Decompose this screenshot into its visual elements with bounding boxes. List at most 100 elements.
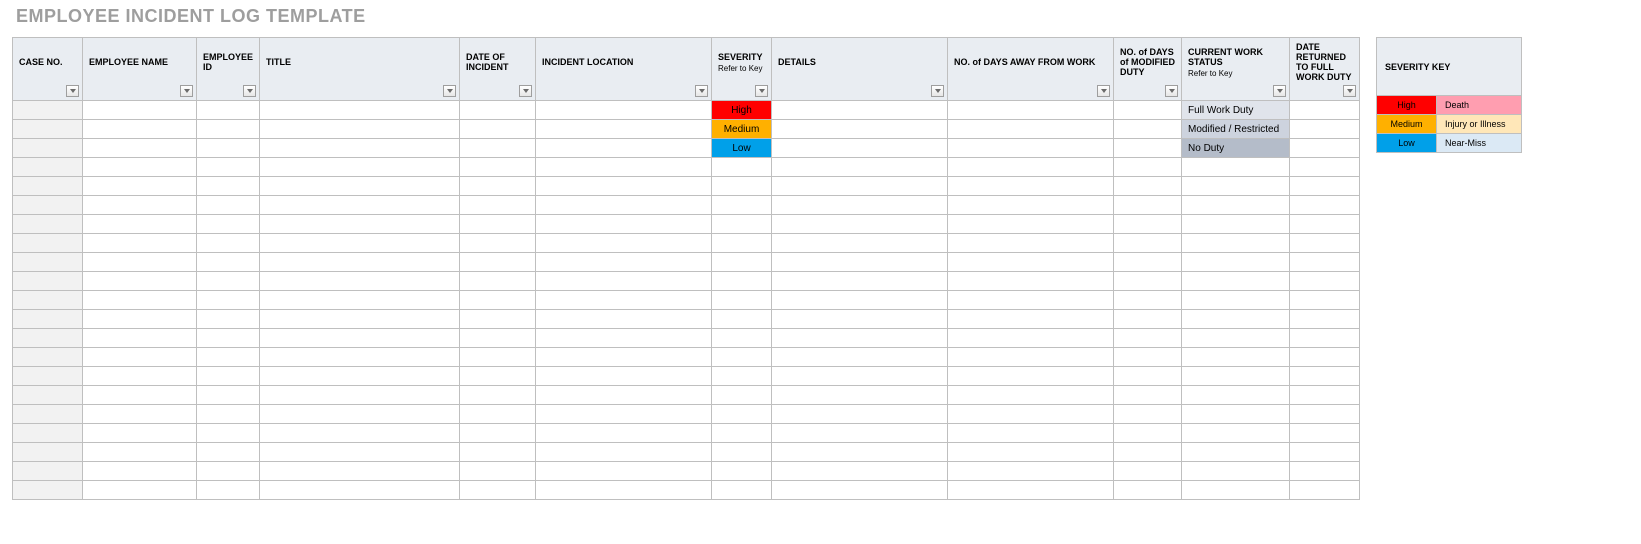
- table-cell[interactable]: [13, 386, 83, 405]
- table-cell[interactable]: [948, 462, 1114, 481]
- table-cell[interactable]: [948, 329, 1114, 348]
- table-cell[interactable]: [1290, 234, 1360, 253]
- table-cell[interactable]: [536, 386, 712, 405]
- table-cell[interactable]: [1114, 215, 1182, 234]
- table-cell[interactable]: [536, 101, 712, 120]
- table-cell[interactable]: [712, 367, 772, 386]
- table-cell[interactable]: [1182, 158, 1290, 177]
- table-cell[interactable]: [460, 310, 536, 329]
- table-cell[interactable]: [948, 443, 1114, 462]
- table-cell[interactable]: [948, 101, 1114, 120]
- table-cell[interactable]: [1290, 158, 1360, 177]
- table-cell[interactable]: [712, 158, 772, 177]
- table-cell[interactable]: [948, 424, 1114, 443]
- table-cell[interactable]: [712, 196, 772, 215]
- table-cell[interactable]: [1182, 348, 1290, 367]
- table-cell[interactable]: [948, 253, 1114, 272]
- table-cell[interactable]: [536, 329, 712, 348]
- table-cell[interactable]: [460, 177, 536, 196]
- table-cell[interactable]: [536, 253, 712, 272]
- table-cell[interactable]: [1290, 120, 1360, 139]
- table-cell[interactable]: Modified / Restricted: [1182, 120, 1290, 139]
- table-cell[interactable]: [83, 424, 197, 443]
- table-cell[interactable]: [772, 234, 948, 253]
- table-cell[interactable]: [536, 443, 712, 462]
- table-cell[interactable]: [948, 291, 1114, 310]
- table-cell[interactable]: [83, 215, 197, 234]
- table-cell[interactable]: [536, 196, 712, 215]
- table-cell[interactable]: Low: [712, 139, 772, 158]
- table-cell[interactable]: [772, 329, 948, 348]
- table-cell[interactable]: [948, 139, 1114, 158]
- table-cell[interactable]: [1182, 272, 1290, 291]
- table-cell[interactable]: [536, 405, 712, 424]
- table-cell[interactable]: [772, 348, 948, 367]
- table-cell[interactable]: [83, 196, 197, 215]
- table-cell[interactable]: [948, 348, 1114, 367]
- table-cell[interactable]: [13, 120, 83, 139]
- table-cell[interactable]: Medium: [712, 120, 772, 139]
- table-cell[interactable]: [83, 234, 197, 253]
- table-cell[interactable]: [260, 253, 460, 272]
- table-cell[interactable]: [536, 215, 712, 234]
- table-cell[interactable]: [197, 443, 260, 462]
- table-cell[interactable]: [1290, 462, 1360, 481]
- table-cell[interactable]: [83, 158, 197, 177]
- table-cell[interactable]: [536, 272, 712, 291]
- table-cell[interactable]: [260, 101, 460, 120]
- table-cell[interactable]: [536, 158, 712, 177]
- table-cell[interactable]: [260, 120, 460, 139]
- table-cell[interactable]: [83, 120, 197, 139]
- table-cell[interactable]: [772, 120, 948, 139]
- table-cell[interactable]: [83, 139, 197, 158]
- table-cell[interactable]: [948, 367, 1114, 386]
- table-cell[interactable]: [772, 253, 948, 272]
- table-cell[interactable]: [83, 367, 197, 386]
- table-cell[interactable]: [948, 158, 1114, 177]
- table-cell[interactable]: [197, 310, 260, 329]
- table-cell[interactable]: [772, 424, 948, 443]
- table-cell[interactable]: [1182, 481, 1290, 500]
- table-cell[interactable]: [1290, 272, 1360, 291]
- table-cell[interactable]: [260, 424, 460, 443]
- table-cell[interactable]: [460, 158, 536, 177]
- table-cell[interactable]: [1114, 291, 1182, 310]
- table-cell[interactable]: [197, 177, 260, 196]
- table-cell[interactable]: [1290, 196, 1360, 215]
- table-cell[interactable]: [13, 310, 83, 329]
- table-cell[interactable]: [460, 405, 536, 424]
- table-cell[interactable]: [460, 196, 536, 215]
- table-cell[interactable]: [772, 310, 948, 329]
- table-cell[interactable]: [13, 367, 83, 386]
- table-cell[interactable]: [260, 329, 460, 348]
- table-cell[interactable]: [1290, 424, 1360, 443]
- table-cell[interactable]: [13, 215, 83, 234]
- table-cell[interactable]: [948, 120, 1114, 139]
- table-cell[interactable]: [460, 234, 536, 253]
- table-cell[interactable]: [460, 348, 536, 367]
- table-cell[interactable]: [1114, 158, 1182, 177]
- table-cell[interactable]: [13, 177, 83, 196]
- table-cell[interactable]: [536, 367, 712, 386]
- table-cell[interactable]: [772, 462, 948, 481]
- table-cell[interactable]: [1182, 196, 1290, 215]
- table-cell[interactable]: [460, 120, 536, 139]
- table-cell[interactable]: [948, 481, 1114, 500]
- table-cell[interactable]: No Duty: [1182, 139, 1290, 158]
- table-cell[interactable]: [1290, 253, 1360, 272]
- table-cell[interactable]: [1114, 101, 1182, 120]
- table-cell[interactable]: [197, 462, 260, 481]
- filter-dropdown-icon[interactable]: [931, 85, 944, 97]
- table-cell[interactable]: [13, 291, 83, 310]
- table-cell[interactable]: [1114, 329, 1182, 348]
- table-cell[interactable]: [197, 405, 260, 424]
- table-cell[interactable]: [1114, 443, 1182, 462]
- table-cell[interactable]: [1114, 234, 1182, 253]
- table-cell[interactable]: [13, 139, 83, 158]
- table-cell[interactable]: [1114, 196, 1182, 215]
- table-cell[interactable]: [1182, 405, 1290, 424]
- table-cell[interactable]: [83, 310, 197, 329]
- table-cell[interactable]: [712, 215, 772, 234]
- table-cell[interactable]: [1290, 215, 1360, 234]
- table-cell[interactable]: [712, 443, 772, 462]
